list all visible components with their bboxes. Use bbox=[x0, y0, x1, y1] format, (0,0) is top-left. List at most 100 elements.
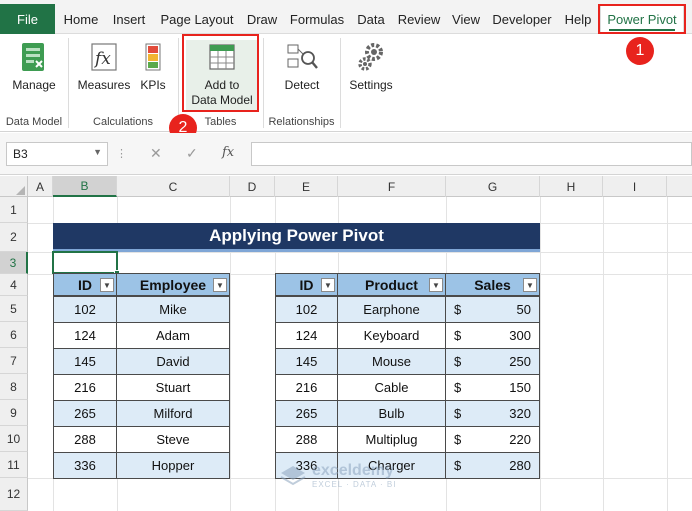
column-header-row: A B C D E F G H I bbox=[0, 176, 692, 197]
table-cell[interactable]: Bulb bbox=[337, 400, 446, 427]
sales-cell[interactable]: $300 bbox=[445, 322, 540, 349]
exceldemy-watermark: exceldemy EXCEL · DATA · BI bbox=[280, 462, 396, 489]
table-cell[interactable]: Earphone bbox=[337, 296, 446, 323]
tab-help[interactable]: Help bbox=[561, 4, 595, 34]
sales-cell[interactable]: $150 bbox=[445, 374, 540, 401]
table-cell[interactable]: 145 bbox=[275, 348, 338, 375]
tab-home[interactable]: Home bbox=[60, 4, 102, 34]
group-label-calculations: Calculations bbox=[93, 116, 153, 128]
sales-amount: 300 bbox=[509, 328, 531, 343]
filter-dropdown-icon[interactable]: ▼ bbox=[321, 278, 335, 292]
sheet-title: Applying Power Pivot bbox=[53, 223, 540, 252]
insert-function-icon[interactable]: fx bbox=[222, 145, 234, 160]
column-header-c[interactable]: C bbox=[117, 176, 230, 197]
ribbon: Manage fx Measures KPIs Add to Data Mode… bbox=[0, 34, 692, 132]
detect-button[interactable]: Detect bbox=[276, 40, 328, 93]
settings-label: Settings bbox=[349, 78, 393, 92]
settings-button[interactable]: Settings bbox=[346, 40, 396, 93]
row-header-2[interactable]: 2 bbox=[0, 223, 28, 252]
row-header-10[interactable]: 10 bbox=[0, 426, 28, 452]
table-cell[interactable]: Keyboard bbox=[337, 322, 446, 349]
table-cell[interactable]: 102 bbox=[275, 296, 338, 323]
sales-cell[interactable]: $220 bbox=[445, 426, 540, 453]
tab-review[interactable]: Review bbox=[394, 4, 444, 34]
tab-file[interactable]: File bbox=[0, 4, 55, 34]
chevron-down-icon[interactable]: ▼ bbox=[93, 147, 102, 157]
table-cell[interactable]: Mouse bbox=[337, 348, 446, 375]
table-cell[interactable]: Multiplug bbox=[337, 426, 446, 453]
svg-text:fx: fx bbox=[93, 49, 111, 69]
more-dots-icon: ⋮ bbox=[116, 148, 127, 160]
kpis-button[interactable]: KPIs bbox=[136, 40, 170, 93]
table-cell[interactable]: 124 bbox=[275, 322, 338, 349]
manage-button[interactable]: Manage bbox=[6, 40, 62, 93]
sales-cell[interactable]: $250 bbox=[445, 348, 540, 375]
row-header-11[interactable]: 11 bbox=[0, 452, 28, 478]
row-header-8[interactable]: 8 bbox=[0, 374, 28, 400]
selected-cell-b3[interactable] bbox=[52, 251, 120, 276]
filter-dropdown-icon[interactable]: ▼ bbox=[100, 278, 114, 292]
table-cell[interactable]: 336 bbox=[53, 452, 117, 479]
column-header-f[interactable]: F bbox=[338, 176, 446, 197]
table-cell[interactable]: 288 bbox=[275, 426, 338, 453]
table-cell[interactable]: 124 bbox=[53, 322, 117, 349]
column-header-h[interactable]: H bbox=[540, 176, 603, 197]
tab-draw[interactable]: Draw bbox=[242, 4, 282, 34]
table1-header-employee-label: Employee bbox=[139, 276, 207, 293]
tab-insert[interactable]: Insert bbox=[106, 4, 152, 34]
name-box[interactable]: B3 ▼ bbox=[6, 142, 108, 166]
tab-developer[interactable]: Developer bbox=[488, 4, 556, 34]
row-header-9[interactable]: 9 bbox=[0, 400, 28, 426]
filter-dropdown-icon[interactable]: ▼ bbox=[523, 278, 537, 292]
cancel-icon[interactable]: ✕ bbox=[150, 145, 162, 162]
table-cell[interactable]: Steve bbox=[116, 426, 230, 453]
table-cell[interactable]: Adam bbox=[116, 322, 230, 349]
row-header-1[interactable]: 1 bbox=[0, 197, 28, 223]
tab-page-layout[interactable]: Page Layout bbox=[157, 4, 237, 34]
table-cell[interactable]: David bbox=[116, 348, 230, 375]
table-cell[interactable]: 145 bbox=[53, 348, 117, 375]
column-header-i[interactable]: I bbox=[603, 176, 667, 197]
table2-header-id-label: ID bbox=[299, 276, 314, 293]
table2-header-product: Product ▼ bbox=[337, 273, 446, 296]
row-header-6[interactable]: 6 bbox=[0, 322, 28, 348]
tab-view[interactable]: View bbox=[449, 4, 483, 34]
filter-dropdown-icon[interactable]: ▼ bbox=[213, 278, 227, 292]
table-cell[interactable]: 288 bbox=[53, 426, 117, 453]
column-header-d[interactable]: D bbox=[230, 176, 275, 197]
enter-check-icon[interactable]: ✓ bbox=[186, 145, 198, 162]
table-cell[interactable]: 265 bbox=[275, 400, 338, 427]
table-cell[interactable]: Cable bbox=[337, 374, 446, 401]
column-header-a[interactable]: A bbox=[28, 176, 53, 197]
gridline bbox=[540, 197, 541, 511]
table-cell[interactable]: 265 bbox=[53, 400, 117, 427]
sales-cell[interactable]: $280 bbox=[445, 452, 540, 479]
measures-button[interactable]: fx Measures bbox=[76, 40, 132, 93]
sales-cell[interactable]: $320 bbox=[445, 400, 540, 427]
filter-dropdown-icon[interactable]: ▼ bbox=[429, 278, 443, 292]
row-header-4[interactable]: 4 bbox=[0, 274, 28, 296]
highlight-power-pivot-tab bbox=[598, 4, 686, 34]
gridline bbox=[667, 197, 668, 511]
tab-formulas[interactable]: Formulas bbox=[286, 4, 348, 34]
row-header-7[interactable]: 7 bbox=[0, 348, 28, 374]
table-cell[interactable]: Milford bbox=[116, 400, 230, 427]
table-cell[interactable]: 102 bbox=[53, 296, 117, 323]
table-cell[interactable]: Mike bbox=[116, 296, 230, 323]
table-cell[interactable]: 216 bbox=[53, 374, 117, 401]
column-header-b[interactable]: B bbox=[53, 176, 117, 197]
table-cell[interactable]: Stuart bbox=[116, 374, 230, 401]
watermark-subtitle: EXCEL · DATA · BI bbox=[312, 480, 397, 489]
tab-data[interactable]: Data bbox=[353, 4, 389, 34]
select-all-corner[interactable] bbox=[0, 176, 28, 197]
sales-cell[interactable]: $50 bbox=[445, 296, 540, 323]
table2-header-id: ID ▼ bbox=[275, 273, 338, 296]
column-header-g[interactable]: G bbox=[446, 176, 540, 197]
row-header-3[interactable]: 3 bbox=[0, 252, 28, 274]
column-header-e[interactable]: E bbox=[275, 176, 338, 197]
row-header-12[interactable]: 12 bbox=[0, 478, 28, 511]
table-cell[interactable]: 216 bbox=[275, 374, 338, 401]
row-header-5[interactable]: 5 bbox=[0, 296, 28, 322]
table-cell[interactable]: Hopper bbox=[116, 452, 230, 479]
formula-input[interactable] bbox=[251, 142, 692, 166]
